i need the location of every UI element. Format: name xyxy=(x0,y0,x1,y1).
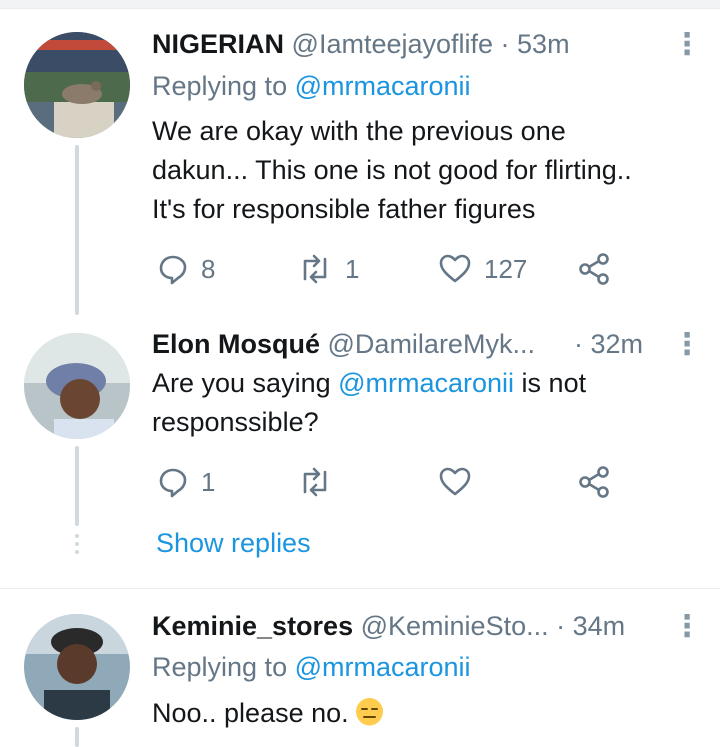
thread-line xyxy=(75,446,79,526)
share-icon xyxy=(579,466,609,498)
reply-icon xyxy=(159,255,187,285)
tweet-text-line: dakun... This one is not good for flirti… xyxy=(152,155,632,185)
thread-line xyxy=(75,145,79,315)
tweet-header: Keminie_stores @KeminieSto... · 34m xyxy=(152,610,625,642)
mention-link[interactable]: @mrmacaronii xyxy=(295,71,471,101)
divider xyxy=(0,588,720,589)
like-button[interactable]: 127 xyxy=(438,253,527,285)
more-icon[interactable]: ⋮ xyxy=(672,30,702,60)
retweet-count: 1 xyxy=(345,253,360,284)
tweet-text-line: It's for responsible father figures xyxy=(152,194,536,224)
like-button[interactable] xyxy=(438,466,472,498)
text-segment: is not xyxy=(514,368,587,398)
show-replies-link[interactable]: Show replies xyxy=(156,528,311,559)
user-handle[interactable]: @Iamteejayoflife xyxy=(292,29,494,59)
retweet-button[interactable]: 1 xyxy=(297,253,359,285)
expressionless-emoji-icon xyxy=(356,698,384,726)
text-segment: Are you saying xyxy=(152,368,339,398)
reply-count: 8 xyxy=(201,253,216,284)
share-button[interactable] xyxy=(578,465,610,499)
user-handle[interactable]: @KeminieSto... xyxy=(361,611,549,641)
replying-to: Replying to @mrmacaronii xyxy=(152,70,471,102)
display-name[interactable]: Elon Mosqué xyxy=(152,329,320,359)
display-name[interactable]: NIGERIAN xyxy=(152,29,284,59)
tweet-text-line: responssible? xyxy=(152,407,319,437)
mention-link[interactable]: @mrmacaronii xyxy=(295,652,471,682)
tweet-text: Are you saying @mrmacaronii is not respo… xyxy=(152,364,586,442)
tweet-text: We are okay with the previous one dakun.… xyxy=(152,112,632,229)
timestamp: · 32m xyxy=(574,329,644,359)
timestamp: · 53m xyxy=(500,29,570,59)
replying-label: Replying to xyxy=(152,652,288,682)
share-button[interactable] xyxy=(578,252,610,286)
like-count: 127 xyxy=(484,253,528,284)
thread-line xyxy=(75,727,79,747)
reply-button[interactable]: 1 xyxy=(157,466,215,498)
like-icon xyxy=(439,254,471,283)
tweet-text-line: Are you saying @mrmacaronii is not xyxy=(152,364,586,403)
tweet-header: NIGERIAN @Iamteejayoflife · 53m xyxy=(152,28,570,60)
tweet-text: Noo.. please no. xyxy=(152,694,384,733)
avatar[interactable] xyxy=(24,32,130,138)
retweet-button[interactable] xyxy=(297,466,333,498)
tweet-text-line: We are okay with the previous one xyxy=(152,116,566,146)
reply-icon xyxy=(159,468,187,498)
like-icon xyxy=(439,467,471,496)
avatar[interactable] xyxy=(24,333,130,439)
tweet-header: Elon Mosqué @DamilareMyk... xyxy=(152,328,535,360)
retweet-icon xyxy=(303,254,327,284)
avatar[interactable] xyxy=(24,614,130,720)
reply-button[interactable]: 8 xyxy=(157,253,215,285)
replying-label: Replying to xyxy=(152,71,288,101)
replying-to: Replying to @mrmacaronii xyxy=(152,651,471,683)
retweet-icon xyxy=(303,467,327,497)
mention-link[interactable]: @mrmacaronii xyxy=(338,368,514,398)
reply-count: 1 xyxy=(201,466,216,497)
more-icon[interactable]: ⋮ xyxy=(672,612,702,642)
share-icon xyxy=(579,253,609,285)
tweet-text-line: Noo.. please no. xyxy=(152,698,349,728)
top-separator xyxy=(0,0,720,9)
more-icon[interactable]: ⋮ xyxy=(672,330,702,360)
user-handle[interactable]: @DamilareMyk... xyxy=(328,329,535,359)
display-name[interactable]: Keminie_stores xyxy=(152,611,353,641)
timestamp: · 34m xyxy=(556,611,626,641)
more-replies-dots xyxy=(75,534,79,558)
